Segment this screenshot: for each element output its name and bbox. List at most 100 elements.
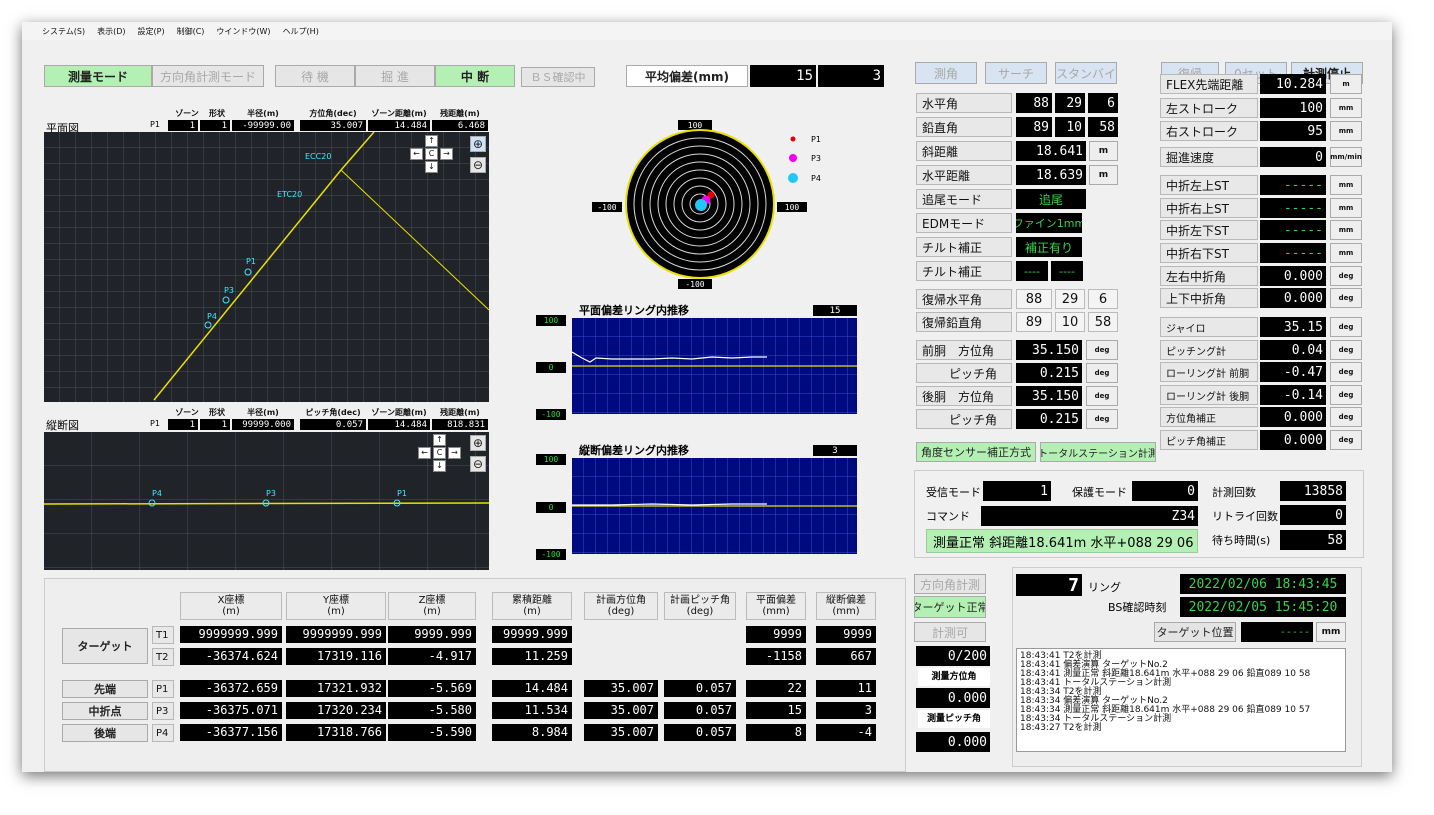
total-station-mode-button[interactable]: トータルステーション計測 xyxy=(1040,442,1156,462)
y-coord-header: Y座標 (m) xyxy=(286,592,386,620)
plan-pan-left-button[interactable]: ← xyxy=(410,148,423,160)
vert-zoom-out-button[interactable]: ⊖ xyxy=(470,456,486,472)
standby-button[interactable]: スタンバイ xyxy=(1055,62,1117,84)
hangle-deg: 88 xyxy=(1016,93,1052,113)
middle-x: -36375.071 xyxy=(180,702,282,719)
trend-vert-ymid: 0 xyxy=(536,502,566,513)
t1-distance: 99999.999 xyxy=(492,626,572,643)
t1-x: 9999999.999 xyxy=(180,626,282,643)
rear-distance: 8.984 xyxy=(492,724,572,741)
fold-right-upper-unit: mm xyxy=(1330,198,1362,218)
slope-distance-label: 斜距離 xyxy=(916,141,1012,161)
vert-pan-right-button[interactable]: → xyxy=(448,447,461,459)
target-row-button[interactable]: ターゲット xyxy=(62,628,148,664)
menu-bar: システム(S) 表示(D) 設定(P) 制御(C) ウインドウ(W) ヘルプ(H… xyxy=(22,22,1392,40)
return-hangle-min: 29 xyxy=(1055,289,1085,309)
rear-plan-pitch: 0.057 xyxy=(664,724,736,741)
middle-plan-azimuth: 35.007 xyxy=(584,702,658,719)
legend-p4: P4 xyxy=(811,174,821,183)
menu-control[interactable]: 制御(C) xyxy=(177,26,205,37)
fold-left-upper-unit: mm xyxy=(1330,175,1362,195)
angle-sensor-mode-button[interactable]: 角度センサー補正方式 xyxy=(916,442,1036,462)
plan-zoom-out-button[interactable]: ⊖ xyxy=(470,157,486,173)
target-position-button[interactable]: ターゲット位置 xyxy=(1154,622,1236,642)
plan-label-p1: P1 xyxy=(246,257,256,266)
plan-zoom-in-button[interactable]: ⊕ xyxy=(470,136,486,152)
event-log[interactable]: 18:43:41 T2を計測 18:43:41 偏差演算 ターゲットNo.2 1… xyxy=(1016,648,1346,752)
front-plan-pitch: 0.057 xyxy=(664,680,736,697)
rear-row-button[interactable]: 後端 xyxy=(62,724,148,742)
survey-mode-button[interactable]: 測量モード xyxy=(44,65,152,87)
right-stroke-unit: mm xyxy=(1330,121,1362,141)
rear-y: 17318.766 xyxy=(286,724,386,741)
target-id-t1: T1 xyxy=(152,626,174,644)
plan-azimuth-header: 方位角(dec) xyxy=(309,109,357,118)
hangle-sec: 6 xyxy=(1088,93,1118,113)
ring-number: 7 xyxy=(1016,574,1082,596)
plan-pan-down-button[interactable]: ↓ xyxy=(425,161,438,173)
ud-fold-angle-value: 0.000 xyxy=(1260,288,1326,308)
survey-azimuth-label: 測量方位角 xyxy=(918,668,990,686)
menu-system[interactable]: システム(S) xyxy=(42,26,85,37)
vert-zone-distance: 14.484 xyxy=(368,419,430,430)
trend-plan-ymid: 0 xyxy=(536,362,566,373)
plan-zone-distance: 14.484 xyxy=(368,120,430,131)
pitch-correction-unit: deg xyxy=(1330,430,1362,450)
angle-measure-button[interactable]: 測角 xyxy=(915,62,977,84)
rear-pitch-unit: deg xyxy=(1086,409,1118,429)
vert-pitch-header: ピッチ角(dec) xyxy=(305,408,361,417)
rear-point-id: P4 xyxy=(152,724,174,742)
vert-pan-down-button[interactable]: ↓ xyxy=(433,460,446,472)
stop-button[interactable]: 中 断 xyxy=(435,65,515,87)
search-button[interactable]: サーチ xyxy=(985,62,1047,84)
direction-mode-button[interactable]: 方向角計測モード xyxy=(152,65,264,87)
menu-help[interactable]: ヘルプ(H) xyxy=(283,26,319,37)
measure-count-value: 13858 xyxy=(1280,481,1346,501)
target-p4-dot xyxy=(695,199,707,211)
legend-p3: P3 xyxy=(811,154,821,163)
vert-zoom-in-button[interactable]: ⊕ xyxy=(470,435,486,451)
left-stroke-value: 100 xyxy=(1260,98,1326,118)
bs-check-button[interactable]: ＢＳ確認中 xyxy=(521,67,595,87)
menu-window[interactable]: ウインドウ(W) xyxy=(216,26,270,37)
rolling-front-unit: deg xyxy=(1330,362,1362,382)
plan-center-button[interactable]: C xyxy=(425,148,438,160)
menu-settings[interactable]: 設定(P) xyxy=(138,26,165,37)
vert-point-id: P1 xyxy=(150,419,160,428)
vert-route-line xyxy=(44,502,489,505)
rear-z: -5.590 xyxy=(388,724,476,741)
rear-azimuth-value: 35.150 xyxy=(1016,386,1082,406)
lr-fold-angle-unit: deg xyxy=(1330,266,1362,286)
edm-mode-label: EDMモード xyxy=(916,213,1012,233)
t2-vert-deviation: 667 xyxy=(816,648,876,665)
gyro-unit: deg xyxy=(1330,317,1362,337)
menu-view[interactable]: 表示(D) xyxy=(97,26,125,37)
target-position-unit: mm xyxy=(1316,622,1346,642)
vert-pan-left-button[interactable]: ← xyxy=(418,447,431,459)
wait-button[interactable]: 待 機 xyxy=(275,65,355,87)
advance-button[interactable]: 掘 進 xyxy=(355,65,435,87)
rolling-front-value: -0.47 xyxy=(1260,362,1326,382)
slope-distance-unit: m xyxy=(1089,141,1118,161)
direction-measure-button[interactable]: 方向角計測 xyxy=(914,574,986,594)
front-row-button[interactable]: 先端 xyxy=(62,680,148,698)
measurable-button[interactable]: 計測可 xyxy=(914,622,986,642)
vert-pan-up-button[interactable]: ↑ xyxy=(433,434,446,446)
front-azimuth-unit: deg xyxy=(1086,340,1118,360)
vert-remaining: 818.831 xyxy=(432,419,488,430)
app-window: システム(S) 表示(D) 設定(P) 制御(C) ウインドウ(W) ヘルプ(H… xyxy=(22,22,1392,772)
measure-count-label: 計測回数 xyxy=(1212,486,1256,499)
plan-point-id: P1 xyxy=(150,120,160,129)
plan-azimuth: 35.007 xyxy=(300,120,366,131)
plan-pan-right-button[interactable]: → xyxy=(440,148,453,160)
t1-plan-deviation: 9999 xyxy=(746,626,806,643)
rear-plan-azimuth: 35.007 xyxy=(584,724,658,741)
vert-center-button[interactable]: C xyxy=(433,447,446,459)
rear-x: -36377.156 xyxy=(180,724,282,741)
target-normal-button[interactable]: ターゲット正常 xyxy=(914,596,986,618)
vert-shape: 1 xyxy=(200,419,230,430)
trend-vert-chart xyxy=(572,458,857,554)
t2-z: -4.917 xyxy=(388,648,476,665)
middle-row-button[interactable]: 中折点 xyxy=(62,702,148,720)
plan-pan-up-button[interactable]: ↑ xyxy=(425,135,438,147)
